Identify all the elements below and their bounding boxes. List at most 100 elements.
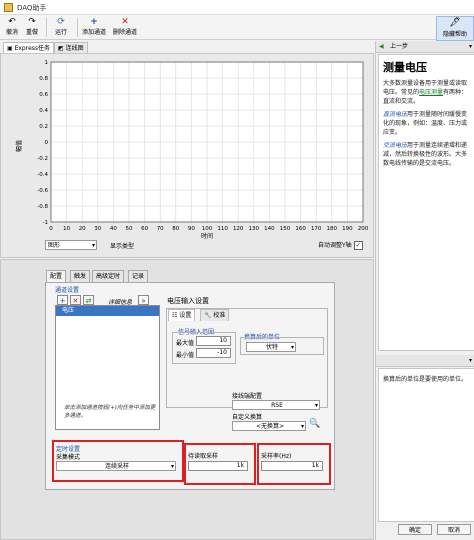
y-tick-label: 0.4 [39, 108, 48, 114]
x-tick-label: 190 [342, 226, 353, 232]
voltage-measurement-link[interactable]: 电压测量 [419, 89, 443, 96]
chevron-down-icon: ▾ [300, 423, 304, 430]
tab-settings[interactable]: ☷ 设置 [168, 309, 196, 321]
task-icon: ▣ [7, 45, 13, 52]
help-icon: 🖋 [449, 18, 461, 28]
diagram-icon: ◩ [58, 45, 64, 52]
rename-channel-icon-button[interactable]: ⇄ [83, 295, 94, 305]
x-tick-label: 130 [249, 226, 260, 232]
undo-button[interactable]: ↶ 撤消 [4, 17, 20, 38]
terminal-config-select[interactable]: RSE ▾ [232, 400, 320, 410]
hide-help-button[interactable]: 🖋 隐藏帮助 [436, 16, 474, 41]
y-tick-label: -0.4 [37, 172, 48, 178]
x-tick-label: 200 [358, 226, 369, 232]
samples-label: 待读取采样 [188, 453, 219, 460]
help-lower-content: 换算后的单位是要使用的单位。 [378, 368, 474, 522]
cancel-button[interactable]: 取消 [437, 524, 471, 535]
help-lower-bar: ▾ [376, 355, 474, 367]
autoscale-checkbox[interactable]: ✓ [353, 241, 363, 250]
x-tick-label: 0 [49, 226, 53, 232]
x-tick-label: 30 [94, 226, 101, 232]
remove-channel-button[interactable]: ✕ 删除通道 [111, 17, 139, 38]
list-item[interactable]: 电压 [56, 306, 159, 316]
y-tick-label: 0.2 [39, 124, 48, 130]
help-paragraph: 大多数测量设备用于测量或读取电压。常见的电压测量有两种：直流和交流。 [383, 80, 468, 105]
graph-chart: 幅值 时间 0 10 20 30 40 50 60 70 80 90 100 110 120 130 140… [15, 60, 369, 240]
x-tick-label: 90 [188, 226, 195, 232]
help-panel: ◀ 上一步 ▾ 测量电压 大多数测量设备用于测量或读取电压。常见的电压测量有两种… [375, 41, 474, 540]
add-channel-button[interactable]: + 添加通道 [80, 17, 108, 38]
help-paragraph: 直流电压用于测量随时间缓慢变化的现象，例如：温度、压力或应变。 [383, 111, 468, 136]
tab-calibration[interactable]: 🔧 校准 [200, 309, 230, 321]
run-button[interactable]: ⟳ 运行 [50, 17, 72, 38]
scale-wizard-icon[interactable]: 🔍 [309, 419, 320, 429]
max-label: 最大值 [176, 340, 195, 347]
voltage-input-title: 电压输入设置 [167, 297, 209, 305]
help-menu-icon[interactable]: ▾ [469, 41, 472, 52]
custom-scale-select[interactable]: <无换算> ▾ [232, 421, 306, 431]
x-tick-label: 120 [233, 226, 244, 232]
remove-channel-icon-button[interactable]: ✕ [70, 295, 81, 305]
run-icon: ⟳ [57, 17, 65, 27]
window-title: DAQ助手 [17, 4, 47, 12]
top-tab-strip: ▣ Express任务 ◩ 连线图 [0, 41, 374, 54]
x-tick-label: 70 [157, 226, 164, 232]
chevron-down-icon: ▾ [314, 402, 318, 409]
details-expand-button[interactable]: » [138, 295, 149, 305]
redo-button[interactable]: ↷ 重做 [24, 17, 40, 38]
toolbar-separator [46, 18, 47, 37]
autoscale-y: 自动调整Y轴 ✓ [318, 241, 363, 250]
app-icon [4, 3, 13, 12]
back-arrow-icon[interactable]: ◀ [379, 41, 384, 52]
toolbar: ↶ 撤消 ↷ 重做 ⟳ 运行 + 添加通道 ✕ 删除通道 🖋 隐藏帮助 [0, 15, 474, 41]
samples-field[interactable]: 1k [188, 461, 248, 471]
chevron-down-icon: ▾ [170, 463, 174, 470]
max-value-field[interactable]: 10 [196, 336, 231, 346]
back-label[interactable]: 上一步 [390, 41, 408, 52]
undo-icon: ↶ [8, 17, 16, 27]
graph-type-row: 图形 ▾ [45, 240, 105, 252]
acq-mode-label: 采集模式 [56, 454, 81, 461]
chart-area: 幅值 时间 0 10 20 30 40 50 60 70 80 90 100 110 120 130 140… [0, 53, 374, 258]
y-tick-label: 0.8 [39, 76, 48, 82]
x-tick-label: 80 [172, 226, 179, 232]
x-tick-label: 160 [295, 226, 306, 232]
x-tick-label: 60 [141, 226, 148, 232]
scaled-units-select[interactable]: 伏特 ▾ [246, 342, 296, 352]
chevron-down-icon: ▾ [91, 242, 95, 249]
settings-icon: ☷ [172, 312, 178, 319]
acq-mode-select[interactable]: 连续采样 ▾ [56, 461, 176, 471]
y-tick-label: -0.8 [37, 204, 48, 210]
ok-button[interactable]: 确定 [398, 524, 432, 535]
rate-field[interactable]: 1k [261, 461, 323, 471]
min-value-field[interactable]: -10 [196, 348, 231, 358]
help-menu-icon[interactable]: ▾ [469, 355, 472, 366]
x-tick-label: 140 [264, 226, 275, 232]
x-tick-label: 40 [110, 226, 117, 232]
x-tick-label: 100 [202, 226, 213, 232]
x-tick-label: 170 [311, 226, 322, 232]
y-tick-label: 0.6 [39, 92, 48, 98]
help-nav-bar: ◀ 上一步 ▾ [376, 41, 474, 53]
y-tick-label: -1 [43, 220, 48, 226]
add-channel-icon-button[interactable]: + [57, 295, 68, 305]
plus-icon: + [90, 17, 98, 27]
redo-icon: ↷ [28, 17, 36, 27]
graph-type-select[interactable]: 图形 ▾ [45, 240, 97, 250]
y-tick-label: 0 [45, 140, 49, 146]
x-tick-label: 10 [63, 226, 70, 232]
y-axis-label: 幅值 [15, 140, 23, 152]
x-tick-label: 180 [327, 226, 338, 232]
display-type-label: 显示类型 [110, 243, 135, 250]
x-tick-label: 50 [126, 226, 133, 232]
help-paragraph: 交流电压用于测量连续递增和递减，然后转换极性的波形。大多数电线传输的是交流电压。 [383, 142, 468, 167]
x-tick-label: 110 [217, 226, 228, 232]
toolbar-separator [77, 18, 78, 37]
x-tick-label: 150 [280, 226, 291, 232]
title-bar: DAQ助手 [0, 0, 474, 15]
custom-scale-label: 自定义换算 [232, 414, 263, 421]
terminal-config-label: 接线端配置 [232, 393, 263, 400]
rate-label: 采样率(Hz) [261, 453, 292, 460]
delete-icon: ✕ [121, 17, 129, 27]
y-tick-label: -0.6 [37, 188, 48, 194]
